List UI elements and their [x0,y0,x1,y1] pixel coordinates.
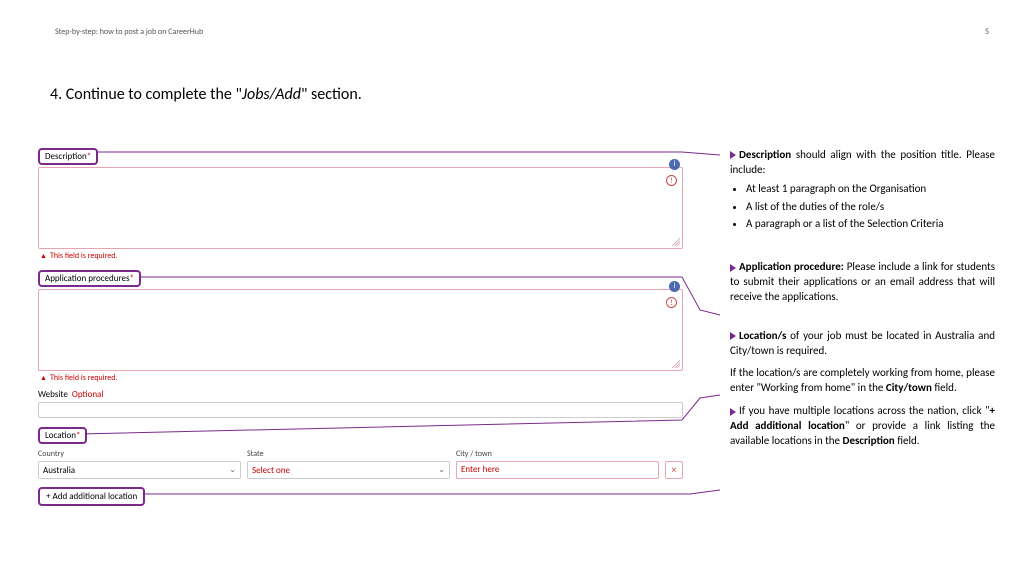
description-label-callout: Description* [38,148,98,165]
arrow-icon [730,332,736,340]
note-description: Description should align with the positi… [730,148,995,232]
state-value: Select one [252,465,290,476]
note-loc-p3a: If you have multiple locations across th… [739,404,990,417]
chevron-down-icon: ⌄ [438,465,445,475]
application-label: Application procedures [45,273,130,284]
warning-icon: ! [666,175,677,186]
description-label: Description [45,151,87,162]
required-star: * [76,430,80,441]
note-loc-p3c: field. [895,434,920,447]
note-desc-list: At least 1 paragraph on the Organisation… [746,182,995,233]
annotation-notes: Description should align with the positi… [730,148,995,463]
resize-handle[interactable] [672,360,680,368]
state-select[interactable]: Select one ⌄ [247,461,450,479]
note-loc-p3-bold2: Description [843,434,895,447]
location-label: Location [45,430,76,441]
chevron-down-icon: ⌄ [229,465,236,475]
website-label: Website [38,389,68,400]
city-input[interactable]: Enter here [456,461,659,479]
page-heading: 4. Continue to complete the "Jobs/Add" s… [50,85,362,104]
optional-tag: Optional [72,389,104,400]
warning-icon: ! [666,297,677,308]
note-app-bold: Application procedure: [739,260,844,273]
note-location: Location/s of your job must be located i… [730,329,995,449]
location-label-callout: Location* [38,427,87,444]
location-row: Country Australia ⌄ State Select one ⌄ C… [38,449,683,479]
list-item: A list of the duties of the role/s [746,200,995,215]
application-textarea[interactable]: i ! [38,289,683,371]
page-number: 5 [985,27,989,37]
info-icon[interactable]: i [669,281,680,292]
required-star: * [130,273,134,284]
heading-suffix: " section. [301,85,362,104]
country-value: Australia [43,465,75,476]
city-col-label: City / town [456,449,659,459]
arrow-icon [730,151,736,159]
arrow-icon [730,408,736,416]
website-input[interactable] [38,402,683,418]
note-loc-p2b: field. [932,381,957,394]
country-select[interactable]: Australia ⌄ [38,461,241,479]
note-loc-p1-bold: Location/s [739,329,786,342]
description-required-msg: This field is required. [40,251,683,261]
note-desc-bold: Description [739,148,791,161]
info-icon[interactable]: i [669,159,680,170]
breadcrumb: Step-by-step: how to post a job on Caree… [55,27,203,37]
form-screenshot: Description* i ! This field is required.… [38,145,683,506]
note-loc-p2-bold: City/town [886,381,932,394]
application-required-msg: This field is required. [40,373,683,383]
country-col-label: Country [38,449,241,459]
heading-prefix: 4. Continue to complete the " [50,85,242,104]
note-application: Application procedure: Please include a … [730,260,995,305]
state-col-label: State [247,449,450,459]
list-item: A paragraph or a list of the Selection C… [746,217,995,232]
heading-italic: Jobs/Add [242,85,301,104]
add-location-button[interactable]: + Add additional location [38,487,145,506]
description-textarea[interactable]: i ! [38,167,683,249]
required-star: * [87,151,91,162]
website-label-row: Website Optional [38,389,683,400]
delete-location-button[interactable]: × [665,461,683,479]
resize-handle[interactable] [672,238,680,246]
arrow-icon [730,264,736,272]
application-label-callout: Application procedures* [38,270,141,287]
list-item: At least 1 paragraph on the Organisation [746,182,995,197]
